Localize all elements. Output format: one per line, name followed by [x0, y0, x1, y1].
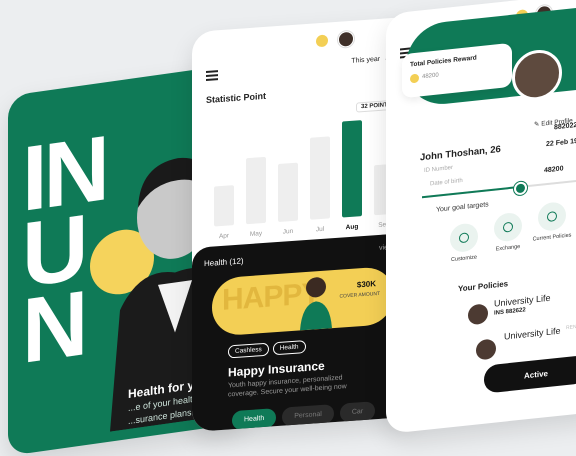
month-label: Jul	[315, 225, 325, 234]
card-person-image	[300, 277, 332, 331]
exchange-icon	[494, 211, 522, 243]
profile-name: John Thoshan, 26	[420, 143, 501, 164]
tab-health[interactable]: Health	[232, 408, 277, 431]
category-tabs: Health Personal Car	[232, 401, 376, 431]
middle-phone-screen: This year ⌄ Statistic Point 32 POINT Apr…	[192, 16, 416, 432]
dropdown-value: This year	[351, 55, 381, 65]
bar-jul[interactable]	[310, 136, 330, 220]
shield-icon	[538, 201, 566, 233]
chip-group: Cashless Health	[228, 340, 306, 359]
bar-aug[interactable]	[342, 120, 362, 218]
goal-label-text: Customize	[451, 254, 477, 264]
bell-icon[interactable]	[316, 34, 328, 48]
chip-cashless[interactable]: Cashless	[228, 342, 269, 359]
dob-value: 22 Feb 19	[546, 137, 576, 149]
policy-avatar	[468, 303, 488, 326]
month-label: Jun	[282, 227, 294, 236]
tab-personal[interactable]: Personal	[282, 404, 334, 427]
month-label: Apr	[218, 232, 230, 241]
policy-avatar	[476, 338, 496, 361]
policy-name[interactable]: University Life	[504, 326, 561, 342]
active-button[interactable]: Active	[484, 354, 576, 394]
insurance-card[interactable]: HAPPY $30K COVER AMOUNT	[212, 265, 394, 337]
month-label-active: Aug	[345, 223, 359, 232]
policies-title: Your Policies	[458, 279, 509, 294]
bar-may[interactable]	[246, 156, 266, 225]
right-phone-screen: Total Policies Reward 48200 ✎ Edit Profi…	[386, 0, 576, 434]
health-panel: Health (12) view all HAPPY $30K COVER AM…	[192, 232, 416, 432]
statistic-chart: 32 POINT Apr May Jun Jul Aug Sep	[206, 99, 402, 240]
statistic-title: Statistic Point	[206, 90, 267, 106]
big-letter-line: N	[22, 272, 85, 384]
customize-icon	[450, 222, 478, 254]
dob-label: Date of birth	[430, 177, 463, 188]
progress-value: 48200	[544, 165, 564, 175]
menu-icon[interactable]	[206, 70, 218, 81]
month-label: May	[249, 230, 263, 238]
goal-exchange[interactable]: Exchange	[486, 211, 530, 254]
cover-amount: $30K	[356, 279, 376, 290]
avatar[interactable]	[338, 30, 354, 48]
id-value: 882022	[554, 121, 576, 132]
pencil-icon: ✎	[534, 120, 540, 129]
reward-title: Total Policies Reward	[410, 54, 477, 69]
health-header: Health (12)	[204, 256, 244, 269]
coin-icon	[410, 73, 419, 84]
goal-label-text: Current Policies	[532, 232, 572, 243]
progress-fill	[422, 186, 518, 199]
goal-label-text: Exchange	[495, 243, 521, 253]
renew-policy-label[interactable]: RENEW PO...	[566, 322, 576, 331]
reward-value: 48200	[422, 72, 439, 81]
bar-jun[interactable]	[278, 162, 298, 222]
policy-name[interactable]: University Life	[494, 293, 551, 309]
cover-amount-label: COVER AMOUNT	[339, 290, 380, 300]
policy-id: INS 882622	[494, 307, 526, 317]
progress-knob[interactable]	[514, 181, 527, 196]
goal-current-policies[interactable]: Current Policies	[530, 200, 574, 243]
id-label: ID Number	[424, 164, 454, 175]
goal-label: Your goal targets	[436, 201, 489, 214]
goal-customize[interactable]: Customize	[442, 221, 486, 264]
bar-apr[interactable]	[214, 185, 234, 227]
tab-car[interactable]: Car	[339, 401, 376, 423]
period-dropdown[interactable]: This year ⌄	[351, 54, 390, 65]
chip-health[interactable]: Health	[272, 340, 306, 356]
